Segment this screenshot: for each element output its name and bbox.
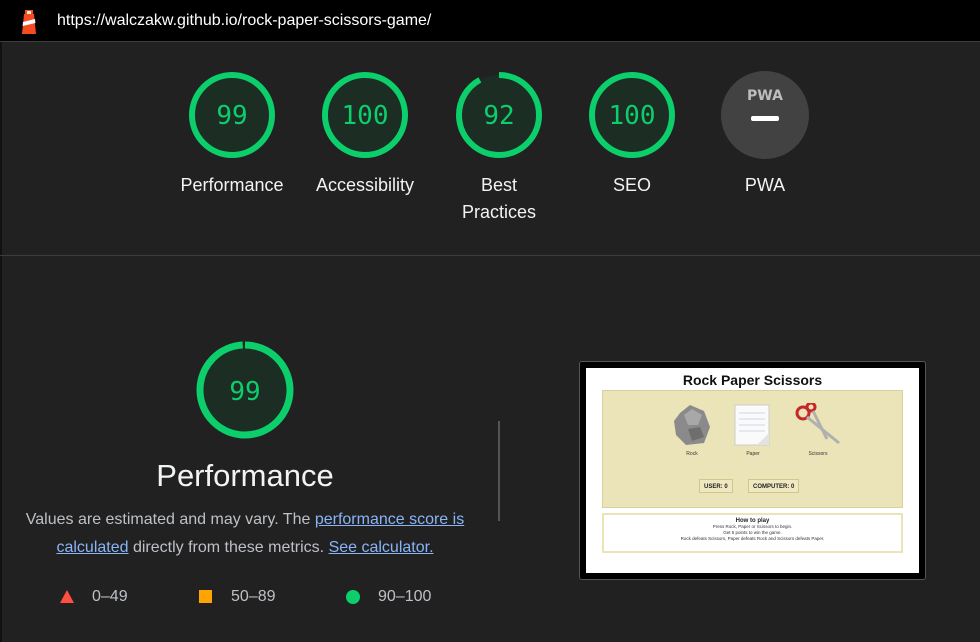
game-area: Rock Paper Scissors USER: 0 COMPUTER: 0 bbox=[602, 390, 903, 508]
user-score: USER: 0 bbox=[699, 479, 733, 493]
how-line: Rock defeats Scissors, Paper defeats Roc… bbox=[680, 536, 825, 541]
gauge-accessibility[interactable]: 100 Accessibility bbox=[300, 70, 430, 199]
paper-icon bbox=[734, 404, 770, 446]
gauge-ring: 99 bbox=[189, 72, 275, 158]
computer-score: COMPUTER: 0 bbox=[748, 479, 800, 493]
gauge-score: 100 bbox=[342, 101, 389, 131]
gauge-label: Accessibility bbox=[315, 175, 415, 195]
gauge-score: 100 bbox=[609, 101, 656, 131]
gauge-score: 92 bbox=[483, 101, 514, 131]
description-text: Values are estimated and may vary. The bbox=[25, 511, 315, 528]
choice-paper: Paper bbox=[728, 403, 778, 457]
see-calculator-link[interactable]: See calculator. bbox=[329, 539, 434, 556]
page-url[interactable]: https://walczakw.github.io/rock-paper-sc… bbox=[57, 12, 431, 30]
scissors-icon bbox=[795, 403, 840, 445]
lighthouse-logo-icon bbox=[22, 10, 36, 34]
gauge-label: SEO bbox=[612, 175, 651, 195]
gauge-label: Performance bbox=[180, 175, 284, 195]
gauge-ring: 100 bbox=[589, 72, 675, 158]
screenshot-page: Rock Paper Scissors Rock Paper Scissors … bbox=[586, 368, 919, 573]
gauge-pwa[interactable]: PWA PWA bbox=[700, 70, 830, 199]
game-title: Rock Paper Scissors bbox=[682, 372, 823, 388]
gauge-label: Best Practices bbox=[461, 175, 537, 222]
performance-section: 99 Performance Values are estimated and … bbox=[0, 256, 980, 642]
gauge-best-practices[interactable]: 92 Best Practices bbox=[434, 70, 564, 226]
square-icon bbox=[199, 590, 212, 603]
rock-icon bbox=[674, 405, 710, 445]
gauge-label: PWA bbox=[744, 175, 786, 195]
performance-title: Performance bbox=[156, 458, 334, 493]
performance-description: Values are estimated and may vary. The p… bbox=[20, 506, 470, 562]
gauge-seo[interactable]: 100 SEO bbox=[567, 70, 697, 199]
gauge-score: 99 bbox=[216, 101, 247, 131]
legend-range: 50–89 bbox=[231, 588, 276, 605]
final-screenshot[interactable]: Rock Paper Scissors Rock Paper Scissors … bbox=[579, 361, 926, 580]
choice-label: Rock bbox=[686, 451, 698, 457]
performance-score: 99 bbox=[229, 377, 260, 407]
score-gauges: 99 Performance 100 Accessibility 92 Best… bbox=[0, 42, 980, 255]
legend-range: 90–100 bbox=[378, 588, 432, 605]
gauge-ring: 92 bbox=[456, 72, 542, 158]
pwa-badge-icon: PWA bbox=[721, 71, 809, 159]
how-to-play: How to play Press Rock, Paper or Scissor… bbox=[602, 513, 903, 553]
pwa-badge-text: PWA bbox=[747, 88, 783, 104]
vertical-divider bbox=[498, 421, 500, 521]
description-text: directly from these metrics. bbox=[128, 539, 329, 556]
choice-rock: Rock bbox=[667, 403, 717, 457]
choice-scissors: Scissors bbox=[793, 403, 843, 457]
gauge-performance[interactable]: 99 Performance bbox=[167, 70, 297, 199]
legend-range: 0–49 bbox=[92, 588, 128, 605]
triangle-icon bbox=[60, 590, 74, 603]
score-legend: 0–49 50–89 90–100 bbox=[0, 586, 500, 608]
choice-label: Paper bbox=[746, 451, 760, 457]
circle-icon bbox=[346, 590, 360, 604]
url-bar: https://walczakw.github.io/rock-paper-sc… bbox=[0, 0, 980, 42]
choice-label: Scissors bbox=[808, 451, 828, 457]
performance-gauge: 99 bbox=[196, 341, 294, 439]
gauge-ring: 100 bbox=[322, 72, 408, 158]
